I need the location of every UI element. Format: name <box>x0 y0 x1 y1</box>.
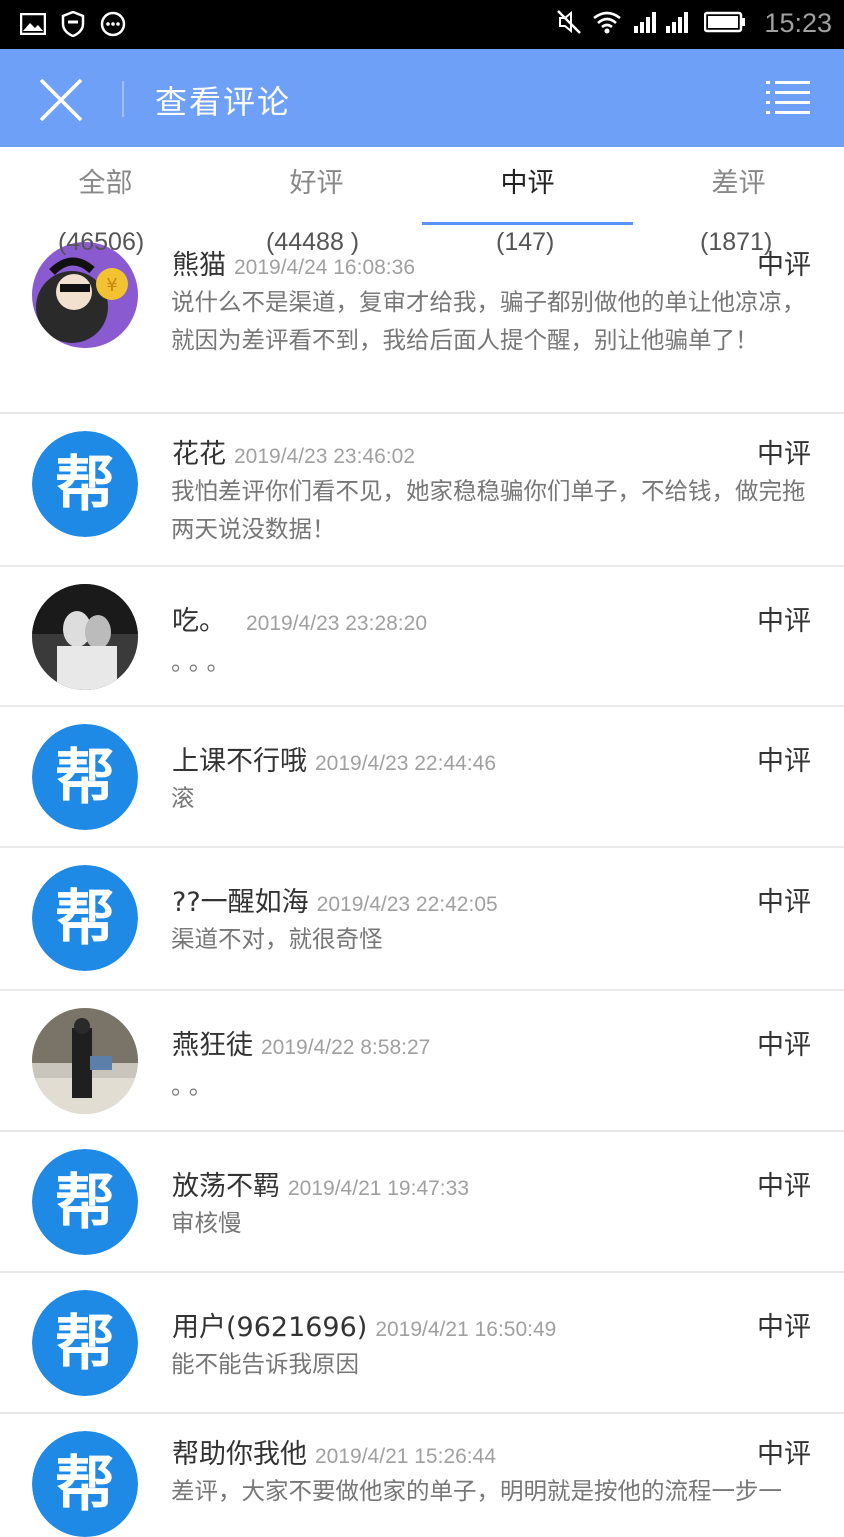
svg-text:帮: 帮 <box>55 1309 115 1379</box>
signal-icon <box>632 10 694 38</box>
reviewer-name: 帮助你我他 <box>172 1439 307 1470</box>
review-item[interactable]: 帮 帮助你我他 2019/4/21 15:26:44 中评 差评，大家不要做他家的… <box>0 1414 844 1537</box>
review-content: 渠道不对，就很奇怪 <box>171 925 383 953</box>
review-rating: 中评 <box>757 1030 811 1061</box>
tab-count-positive: (44488 ) <box>266 228 360 256</box>
reviewer-name: 上课不行哦 <box>172 746 307 777</box>
review-time: 2019/4/21 15:26:44 <box>315 1445 497 1468</box>
app-header: 查看评论 <box>0 49 844 147</box>
review-time: 2019/4/23 22:42:05 <box>316 893 498 916</box>
review-time: 2019/4/22 8:58:27 <box>261 1036 431 1059</box>
header-divider <box>122 81 124 117</box>
svg-text:帮: 帮 <box>55 450 115 520</box>
tab-negative[interactable]: 差评 <box>633 147 844 225</box>
review-content: 我怕差评你们看不见，她家稳稳骗你们单子，不给钱，做完拖两天说没数据！ <box>171 477 806 543</box>
review-content: 。。。 <box>171 648 236 676</box>
tab-counts: (46506) (44488 ) (147) (1871) <box>0 228 844 262</box>
tab-positive[interactable]: 好评 <box>211 147 422 225</box>
review-rating: 中评 <box>757 439 811 470</box>
review-item[interactable]: 帮 放荡不羁 2019/4/21 19:47:33 中评 审核慢 <box>0 1132 844 1273</box>
avatar: 帮 <box>32 1290 138 1396</box>
svg-text:帮: 帮 <box>55 1450 115 1520</box>
avatar <box>32 584 138 690</box>
wifi-icon <box>592 10 622 38</box>
svg-text:帮: 帮 <box>55 1168 115 1238</box>
close-icon[interactable] <box>38 77 84 123</box>
review-content: 说什么不是渠道，复审才给我，骗子都别做他的单让他凉凉，就因为差评看不到，我给后面… <box>171 288 806 354</box>
review-time: 2019/4/21 16:50:49 <box>375 1318 557 1341</box>
image-icon <box>20 11 46 37</box>
menu-icon[interactable] <box>766 80 810 116</box>
page-title: 查看评论 <box>155 83 292 121</box>
review-content: 能不能告诉我原因 <box>171 1350 359 1378</box>
reviewer-name: 用户(9621696) <box>172 1312 368 1343</box>
review-list: ¥ 熊猫 2019/4/24 16:08:36 中评 说什么不是渠道，复审才给我，… <box>0 225 844 1537</box>
review-item[interactable]: 帮 上课不行哦 2019/4/23 22:44:46 中评 滚 <box>0 707 844 848</box>
shield-icon <box>60 11 86 37</box>
reviewer-name: 吃。 <box>172 606 226 637</box>
review-item[interactable]: 燕狂徒 2019/4/22 8:58:27 中评 。。 <box>0 991 844 1132</box>
avatar <box>32 1008 138 1114</box>
review-rating: 中评 <box>757 887 811 918</box>
review-item[interactable]: 帮 ??一醒如海 2019/4/23 22:42:05 中评 渠道不对，就很奇怪 <box>0 848 844 991</box>
avatar: 帮 <box>32 724 138 830</box>
review-time: 2019/4/23 23:46:02 <box>234 445 416 468</box>
review-rating: 中评 <box>757 1312 811 1343</box>
review-rating: 中评 <box>757 1439 811 1470</box>
review-rating: 中评 <box>757 606 811 637</box>
review-time: 2019/4/21 19:47:33 <box>288 1177 470 1200</box>
avatar: 帮 <box>32 865 138 971</box>
review-content: 。。 <box>171 1072 219 1100</box>
tab-neutral[interactable]: 中评 <box>422 147 633 226</box>
tab-all[interactable]: 全部 <box>0 147 211 225</box>
review-item[interactable]: 帮 用户(9621696) 2019/4/21 16:50:49 中评 能不能告诉… <box>0 1273 844 1414</box>
review-rating: 中评 <box>757 1171 811 1202</box>
reviewer-name: 燕狂徒 <box>172 1030 253 1061</box>
review-time: 2019/4/23 23:28:20 <box>246 612 428 635</box>
reviewer-name: 花花 <box>172 439 226 470</box>
review-time: 2019/4/23 22:44:46 <box>315 752 497 775</box>
svg-text:¥: ¥ <box>106 275 117 296</box>
status-bar: 15:23 <box>0 0 844 49</box>
review-item[interactable]: 帮 花花 2019/4/23 23:46:02 中评 我怕差评你们看不见，她家稳稳… <box>0 414 844 567</box>
review-item[interactable]: 吃。 2019/4/23 23:28:20 中评 。。。 <box>0 567 844 707</box>
review-content: 滚 <box>171 784 195 812</box>
tab-count-all: (46506) <box>58 228 145 256</box>
avatar: 帮 <box>32 1149 138 1255</box>
avatar: 帮 <box>32 431 138 537</box>
review-rating: 中评 <box>757 746 811 777</box>
tab-count-neutral: (147) <box>496 228 555 256</box>
reviewer-name: 放荡不羁 <box>172 1171 280 1202</box>
mute-icon <box>556 9 582 39</box>
review-content: 差评，大家不要做他家的单子，明明就是按他的流程一步一 <box>171 1477 782 1505</box>
tab-count-negative: (1871) <box>700 228 773 256</box>
more-notifications-icon <box>100 11 126 37</box>
battery-icon <box>704 10 746 38</box>
avatar: 帮 <box>32 1431 138 1537</box>
rating-tabs: 全部 好评 中评 差评 <box>0 147 844 226</box>
reviewer-name: ??一醒如海 <box>172 887 309 918</box>
svg-text:帮: 帮 <box>55 743 115 813</box>
status-time: 15:23 <box>764 8 832 38</box>
review-content: 审核慢 <box>171 1209 242 1237</box>
svg-text:帮: 帮 <box>55 884 115 954</box>
